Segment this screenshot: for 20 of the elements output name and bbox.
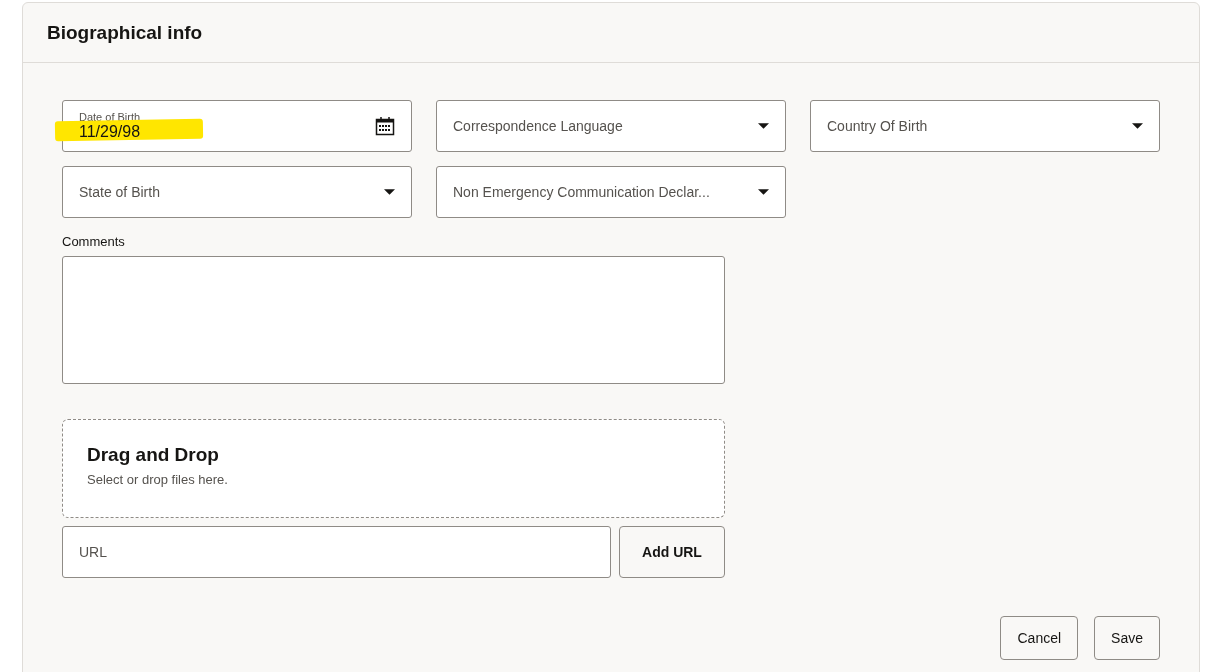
caret-icon[interactable]: [1132, 123, 1143, 129]
caret-icon[interactable]: [758, 123, 769, 129]
select-field[interactable]: Country Of Birth: [810, 100, 1160, 152]
select-field[interactable]: Non Emergency Communication Declar...: [436, 166, 786, 218]
caret-icon[interactable]: [758, 189, 769, 195]
url-field[interactable]: URL: [62, 526, 611, 578]
drop-zone[interactable]: Drag and Drop Select or drop files here.: [62, 419, 725, 518]
drop-zone-title: Drag and Drop: [87, 444, 220, 466]
save-button[interactable]: Save: [1094, 616, 1160, 660]
cancel-button[interactable]: Cancel: [1000, 616, 1079, 660]
add-url-button[interactable]: Add URL: [619, 526, 725, 578]
panel-title: Biographical info: [47, 21, 203, 44]
calendar-icon[interactable]: [375, 116, 395, 136]
select-field[interactable]: State of Birth: [62, 166, 412, 218]
drop-zone-hint: Select or drop files here.: [87, 472, 229, 487]
select-field[interactable]: Correspondence Language: [436, 100, 786, 152]
caret-icon[interactable]: [384, 189, 395, 195]
comments-label: Comments: [62, 234, 126, 249]
field-value: 11/29/98: [79, 123, 141, 140]
comments-field[interactable]: [62, 256, 725, 384]
